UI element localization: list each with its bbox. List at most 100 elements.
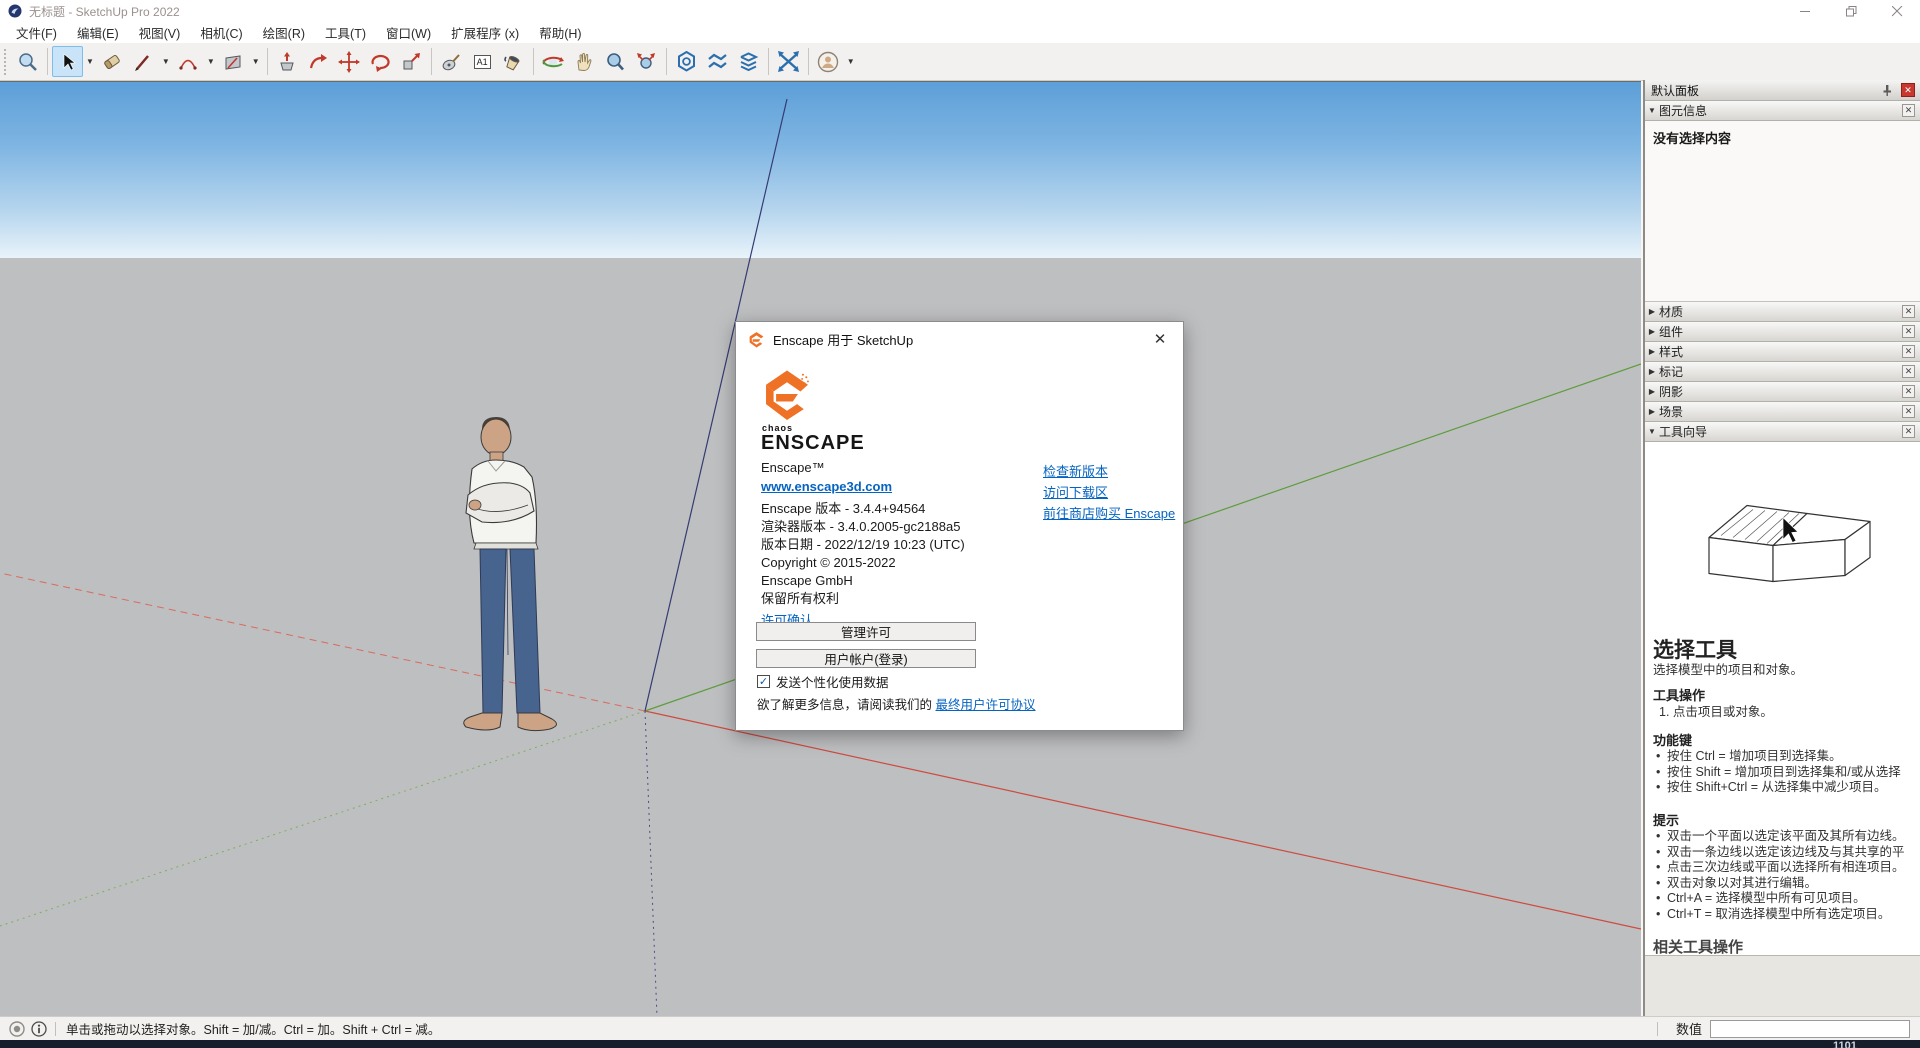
section-close-icon[interactable] [1902,425,1915,438]
scale-tool-button[interactable] [396,46,427,77]
dimension-button[interactable]: A1 [467,46,498,77]
eula-prefix-text: 欲了解更多信息，请阅读我们的 [757,698,935,712]
eraser-button[interactable] [97,46,128,77]
enscape-logo-icon [748,331,765,348]
section-shadows[interactable]: ▶ 阴影 [1645,382,1920,402]
section-close-icon[interactable] [1902,345,1915,358]
store-link[interactable]: 前往商店购买 Enscape [1043,506,1175,521]
expand-arrow-icon: ▶ [1645,367,1659,376]
tips-item: 双击一个平面以选定该平面及其所有边线。 [1653,829,1920,845]
red-axis [645,711,1641,929]
rectangle-dropdown-arrow[interactable]: ▼ [249,57,263,66]
rectangle-tool-button[interactable] [218,46,249,77]
line-tool-button[interactable] [128,46,159,77]
move-tool-button[interactable] [334,46,365,77]
status-bar: 单击或拖动以选择对象。Shift = 加/减。Ctrl = 加。Shift + … [0,1016,1920,1040]
menu-camera[interactable]: 相机(C) [190,21,252,44]
eraser-icon [101,51,123,73]
tape-measure-button[interactable] [436,46,467,77]
entity-info-body: 没有选择内容 [1645,121,1920,302]
user-account-dropdown-arrow[interactable]: ▼ [844,57,858,66]
menu-view[interactable]: 视图(V) [129,21,191,44]
model-person-figure[interactable] [464,417,557,731]
section-components[interactable]: ▶ 组件 [1645,322,1920,342]
user-account-button[interactable] [813,46,844,77]
orbit-icon [542,51,564,73]
section-close-icon[interactable] [1902,325,1915,338]
company-line: Enscape GmbH [761,572,965,590]
red-axis-negative [0,573,645,711]
paint-bucket-button[interactable] [498,46,529,77]
copyright-line: Copyright © 2015-2022 [761,554,965,572]
follow-me-button[interactable] [303,46,334,77]
geolocation-icon[interactable] [9,1021,25,1037]
usage-data-checkbox[interactable]: ✓ [757,675,770,688]
status-hint-text: 单击或拖动以选择对象。Shift = 加/减。Ctrl = 加。Shift + … [66,1019,440,1038]
menu-tools[interactable]: 工具(T) [315,21,376,44]
section-styles[interactable]: ▶ 样式 [1645,342,1920,362]
menu-window[interactable]: 窗口(W) [376,21,441,44]
check-updates-link[interactable]: 检查新版本 [1043,464,1108,479]
section-close-icon[interactable] [1902,405,1915,418]
eula-link[interactable]: 最终用户许可协议 [935,698,1035,712]
version-info: Enscape 版本 - 3.4.4+94564 渲染器版本 - 3.4.0.2… [761,500,965,608]
zoom-window-button[interactable] [12,46,43,77]
instructor-tool-desc: 选择模型中的项目和对象。 [1653,659,1803,678]
user-account-login-button[interactable]: 用户帐户(登录) [756,649,976,668]
manage-license-button[interactable]: 管理许可 [756,622,976,641]
restore-button[interactable] [1828,0,1874,22]
rotate-tool-button[interactable] [365,46,396,77]
brand-enscape-label: ENSCAPE [761,432,865,455]
push-pull-button[interactable] [272,46,303,77]
zoom-extents-icon [635,51,657,73]
close-button[interactable] [1874,0,1920,22]
section-close-icon[interactable] [1902,104,1915,117]
section-scenes[interactable]: ▶ 场景 [1645,402,1920,422]
dialog-titlebar[interactable]: Enscape 用于 SketchUp ✕ [736,322,1183,356]
section-tags[interactable]: ▶ 标记 [1645,362,1920,382]
blue-axis-negative [645,711,657,1016]
menu-edit[interactable]: 编辑(E) [67,21,129,44]
menu-file[interactable]: 文件(F) [6,21,67,44]
enscape-chevrons-button[interactable] [702,46,733,77]
menu-extensions[interactable]: 扩展程序 (x) [441,21,529,44]
section-entity-info[interactable]: ▼ 图元信息 [1645,101,1920,121]
tape-measure-icon [440,51,462,73]
section-close-icon[interactable] [1902,365,1915,378]
orbit-button[interactable] [538,46,569,77]
minimize-button[interactable] [1782,0,1828,22]
pin-icon[interactable] [1880,83,1894,97]
arc-tool-button[interactable] [173,46,204,77]
menu-help[interactable]: 帮助(H) [529,21,591,44]
expand-arrow-icon: ▶ [1645,347,1659,356]
section-close-icon[interactable] [1902,305,1915,318]
enscape-sync-button[interactable] [773,46,804,77]
select-dropdown-arrow[interactable]: ▼ [83,57,97,66]
main-toolbar: ▼ ▼ ▼ ▼ [0,43,1920,81]
tray-header[interactable]: 默认面板 [1645,80,1920,101]
measurements-input[interactable] [1710,1020,1910,1038]
enscape-layers-button[interactable] [733,46,764,77]
tips-item: 点击三次边线或平面以选择所有相连项目。 [1653,860,1920,876]
rights-line: 保留所有权利 [761,590,965,608]
enscape-settings-button[interactable] [671,46,702,77]
section-close-icon[interactable] [1902,385,1915,398]
zoom-button[interactable] [600,46,631,77]
dialog-close-icon[interactable]: ✕ [1151,330,1169,348]
expand-arrow-icon: ▶ [1645,407,1659,416]
arc-dropdown-arrow[interactable]: ▼ [204,57,218,66]
section-materials[interactable]: ▶ 材质 [1645,302,1920,322]
toolbar-grip[interactable] [4,49,9,75]
dialog-title: Enscape 用于 SketchUp [773,330,913,349]
zoom-extents-button[interactable] [631,46,662,77]
section-instructor[interactable]: ▼ 工具向导 [1645,422,1920,442]
menu-draw[interactable]: 绘图(R) [253,21,315,44]
push-pull-icon [276,51,298,73]
downloads-link[interactable]: 访问下载区 [1043,485,1108,500]
info-icon[interactable] [31,1021,47,1037]
tray-close-icon[interactable] [1901,83,1915,97]
website-link[interactable]: www.enscape3d.com [761,479,892,494]
pan-button[interactable] [569,46,600,77]
select-tool-button[interactable] [52,46,83,77]
line-dropdown-arrow[interactable]: ▼ [159,57,173,66]
